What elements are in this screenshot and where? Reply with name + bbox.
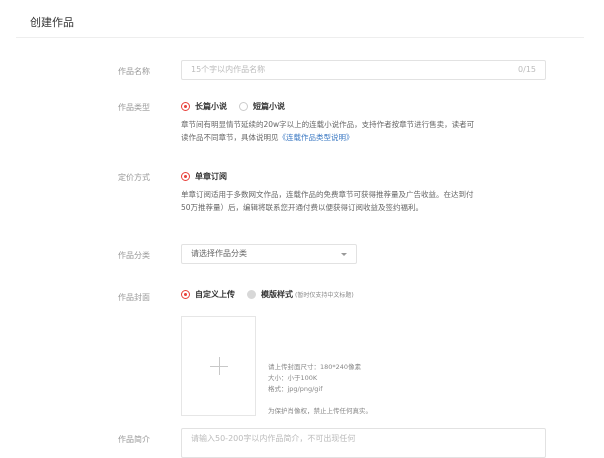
type-description-line2: 读作品不同章节，具体说明见《连载作品类型说明》 [181,131,591,144]
intro-placeholder: 请输入50-200字以内作品简介，不可出现任何 [191,434,356,443]
name-input[interactable]: 15个字以内作品名称 0/15 [181,60,546,80]
cover-hint-size: 请上传封面尺寸：180*240像素 [268,363,362,371]
title-divider [16,37,584,38]
category-placeholder: 请选择作品分类 [191,249,247,258]
type-radio-short[interactable] [239,102,248,111]
cover-hint-format: 格式：jpg/png/gif [268,385,323,393]
cover-radio-custom[interactable] [181,290,190,299]
category-select[interactable]: 请选择作品分类 [181,244,357,264]
type-label: 作品类型 [118,103,150,112]
cover-upload-box[interactable] [181,316,256,416]
category-label: 作品分类 [118,251,150,260]
cover-radio-group: 自定义上传 模版样式 (暂时仅支持中文标题) [181,289,354,300]
page-title: 创建作品 [30,16,74,29]
type-description-line1: 章节间有明显情节延续的20w字以上的连载小说作品，支持作者按章节进行售卖，读者可 [181,120,475,129]
pricing-radio-group: 单章订阅 [181,171,239,182]
pricing-label: 定价方式 [118,173,150,182]
cover-option-custom[interactable]: 自定义上传 [195,289,235,300]
intro-textarea[interactable]: 请输入50-200字以内作品简介，不可出现任何 [181,428,546,458]
name-placeholder: 15个字以内作品名称 [191,65,266,74]
type-radio-group: 长篇小说 短篇小说 [181,101,297,112]
type-radio-long[interactable] [181,102,190,111]
name-char-counter: 0/15 [518,65,536,74]
pricing-description-line2: 50万推荐量）后，编辑将联系您开通付费以便获得订阅收益及签约福利。 [181,203,424,212]
type-option-short[interactable]: 短篇小说 [253,101,285,112]
cover-hint-portrait: 为保护肖像权，禁止上传任何真实。 [268,407,372,415]
pricing-option-chapter[interactable]: 单章订阅 [195,171,227,182]
name-label: 作品名称 [118,67,150,76]
type-description-link[interactable]: 《连载作品类型说明》 [279,133,354,142]
pricing-description-line1: 单章订阅适用于多数网文作品，连载作品的免费章节可获得推荐量及广告收益。在达到付 [181,190,474,199]
intro-label: 作品简介 [118,435,150,444]
type-description: 章节间有明显情节延续的20w字以上的连载小说作品，支持作者按章节进行售卖，读者可… [181,118,591,144]
cover-label: 作品封面 [118,293,150,302]
chevron-down-icon [341,253,347,256]
cover-hint-filesize: 大小：小于100K [268,374,318,382]
cover-radio-template[interactable] [247,290,256,299]
cover-option-template[interactable]: 模版样式 [261,289,293,300]
type-option-long[interactable]: 长篇小说 [195,101,227,112]
type-description-line2-text: 读作品不同章节，具体说明见 [181,133,279,142]
cover-template-note: (暂时仅支持中文标题) [295,292,354,299]
pricing-radio-chapter[interactable] [181,172,190,181]
pricing-description: 单章订阅适用于多数网文作品，连载作品的免费章节可获得推荐量及广告收益。在达到付 … [181,188,591,214]
